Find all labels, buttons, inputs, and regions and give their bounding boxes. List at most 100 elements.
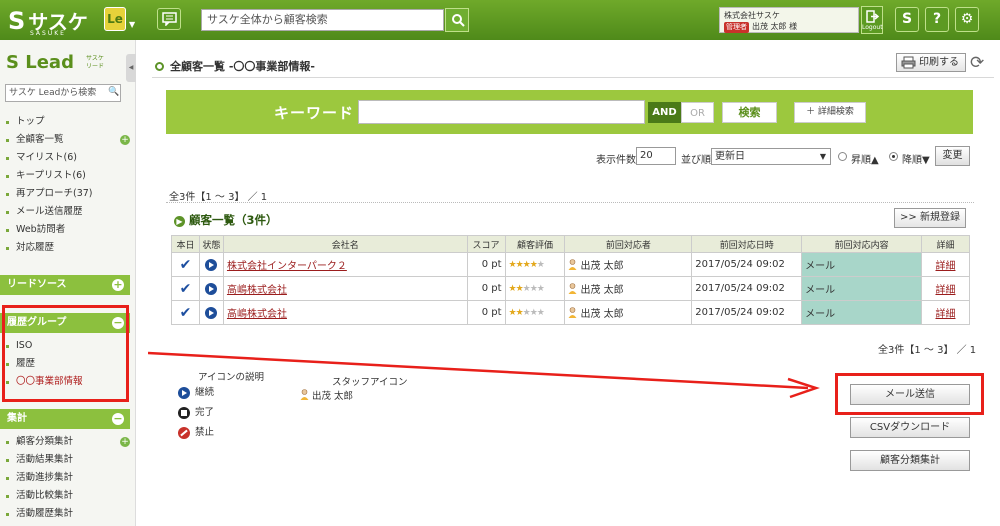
col-detail: 詳細 [920, 235, 971, 253]
asc-radio[interactable] [838, 152, 847, 161]
add-plus-icon[interactable]: + [120, 135, 130, 145]
top-bar: S サスケ SASUKE Le ▼ サスケ全体から顧客検索 株式会社サスケ 管理… [0, 0, 1000, 40]
print-button[interactable]: 印刷する [896, 53, 966, 72]
company-link[interactable]: 高嶋株式会社 [227, 309, 287, 320]
lead-source-header[interactable]: リードソース + [0, 275, 130, 295]
role-badge: 管理者 [724, 22, 749, 33]
sidebar-item-activity-history[interactable]: 活動履歴集計 [0, 505, 136, 523]
sidebar-item-activity-progress[interactable]: 活動進捗集計 [0, 469, 136, 487]
lead-source-label: リードソース [7, 279, 67, 290]
sasuke-app-icon[interactable]: S [895, 7, 919, 32]
logout-button[interactable]: Logout [861, 6, 883, 34]
sidebar-item-category-aggregate[interactable]: 顧客分類集計 + [0, 433, 136, 451]
app-logo[interactable]: S サスケ SASUKE [8, 6, 88, 38]
order-select-value: 更新日 [715, 151, 745, 162]
today-cell: ✔ [171, 276, 200, 301]
help-icon[interactable]: ? [925, 7, 949, 32]
sidebar-item-mylist[interactable]: マイリスト(6) [0, 149, 136, 167]
table-row: ✔ 高嶋株式会社 0 pt ★★★★★ 出茂 太郎 2017/05/24 09:… [171, 300, 971, 325]
sidebar-item-response-history[interactable]: 対応履歴 [0, 239, 136, 257]
display-count-input[interactable]: 20 [636, 147, 676, 165]
page-title: 全顧客一覧 -〇〇事業部情報- [155, 58, 315, 74]
check-icon[interactable]: ✔ [180, 281, 192, 297]
check-icon[interactable]: ✔ [180, 305, 192, 321]
detail-link[interactable]: 詳細 [935, 309, 955, 320]
sidebar-item-all-customers[interactable]: 全顧客一覧 + [0, 131, 136, 149]
stars-on: ★★★★ [508, 260, 538, 270]
page-title-text: 全顧客一覧 -〇〇事業部情報- [170, 60, 315, 73]
col-last-date[interactable]: 前回対応日時 [691, 235, 803, 253]
user-info[interactable]: 株式会社サスケ 管理者 出茂 太郎 様 [719, 7, 859, 33]
score-cell: 0 pt [466, 300, 506, 325]
desc-radio[interactable] [889, 152, 898, 161]
search-button[interactable]: 検索 [722, 102, 777, 123]
title-bullet-icon [155, 62, 164, 71]
table-row: ✔ 高嶋株式会社 0 pt ★★★★★ 出茂 太郎 2017/05/24 09:… [171, 276, 971, 301]
settings-gear-icon[interactable]: ⚙ [955, 7, 979, 32]
col-company[interactable]: 会社名 [222, 235, 468, 253]
user-name: 出茂 太郎 様 [752, 22, 798, 31]
sidebar-item-activity-result[interactable]: 活動結果集計 [0, 451, 136, 469]
sidebar-item-web-visitors[interactable]: Web訪問者 [0, 221, 136, 239]
detail-cell: 詳細 [920, 252, 971, 277]
company-link[interactable]: 高嶋株式会社 [227, 285, 287, 296]
new-register-button[interactable]: >> 新規登録 [894, 208, 966, 228]
category-aggregate-button[interactable]: 顧客分類集計 [850, 450, 970, 471]
sidebar-collapse-handle[interactable]: ◀ [126, 54, 136, 82]
sidebar-search-input[interactable]: サスケ Leadから検索 [5, 84, 121, 102]
rating-stars-icon: ★★★★★ [509, 308, 545, 318]
content-cell: メール [801, 252, 922, 277]
sidebar-item-top[interactable]: トップ [0, 113, 136, 131]
dotted-divider [166, 202, 974, 203]
or-toggle[interactable]: OR [681, 102, 714, 123]
refresh-icon[interactable]: ⟳ [970, 53, 984, 73]
printer-icon [901, 56, 916, 69]
continue-status-icon[interactable] [205, 282, 218, 295]
check-icon[interactable]: ✔ [180, 257, 192, 273]
le-app-button[interactable]: Le [104, 7, 126, 31]
staff-cell: 出茂 太郎 [564, 276, 693, 301]
sidebar-item-keeplist[interactable]: キープリスト(6) [0, 167, 136, 185]
customer-list-title: ▶ 顧客一覧（3件） [174, 212, 278, 228]
change-button[interactable]: 変更 [935, 146, 970, 166]
aggregate-header[interactable]: 集計 − [0, 409, 130, 429]
csv-download-button[interactable]: CSVダウンロード [850, 417, 970, 438]
detail-link[interactable]: 詳細 [935, 285, 955, 296]
chat-button[interactable] [157, 8, 181, 30]
collapse-minus-icon[interactable]: − [112, 413, 124, 425]
detail-link[interactable]: 詳細 [935, 261, 955, 272]
col-rating[interactable]: 顧客評価 [504, 235, 566, 253]
sidebar-item-activity-compare[interactable]: 活動比較集計 [0, 487, 136, 505]
add-plus-icon[interactable]: + [120, 437, 130, 447]
continue-status-icon[interactable] [205, 258, 218, 271]
highlight-box-mail [835, 373, 984, 415]
print-label: 印刷する [919, 57, 959, 68]
staff-person-icon [568, 283, 577, 294]
logo-sub: SASUKE [30, 30, 66, 37]
keyword-search-bar: キーワード AND OR 検索 ＋ 詳細検索 [166, 90, 973, 134]
sidebar-item-mail-history[interactable]: メール送信履歴 [0, 203, 136, 221]
col-status: 状態 [198, 235, 224, 253]
global-search-button[interactable] [445, 8, 469, 32]
expand-plus-icon[interactable]: + [112, 279, 124, 291]
and-toggle[interactable]: AND [648, 102, 681, 123]
result-count-bottom: 全3件【1 ～ 3】 ／ 1 [878, 345, 977, 356]
sidebar-item-reapproach[interactable]: 再アプローチ(37) [0, 185, 136, 203]
sidebar-search-icon[interactable]: 🔍 [108, 87, 119, 97]
detail-cell: 詳細 [920, 300, 971, 325]
detail-search-button[interactable]: ＋ 詳細検索 [794, 102, 866, 123]
staff-legend: 出茂 太郎 [300, 388, 353, 402]
col-last-content[interactable]: 前回対応内容 [801, 235, 922, 253]
keyword-input[interactable] [358, 100, 645, 124]
order-select[interactable]: 更新日 ▼ [711, 148, 831, 165]
logout-label: Logout [862, 24, 883, 31]
customer-list-title-text: 顧客一覧（3件） [189, 213, 278, 227]
global-search-input[interactable]: サスケ全体から顧客検索 [201, 9, 444, 31]
sidebar-brand[interactable]: S Lead サスケ リード [6, 52, 104, 73]
continue-status-icon[interactable] [205, 306, 218, 319]
col-score[interactable]: スコア [466, 235, 506, 253]
company-link[interactable]: 株式会社インターパーク２ [227, 261, 347, 272]
le-caret-icon[interactable]: ▼ [129, 20, 135, 29]
staff-person-icon [568, 259, 577, 270]
col-last-staff[interactable]: 前回対応者 [564, 235, 693, 253]
